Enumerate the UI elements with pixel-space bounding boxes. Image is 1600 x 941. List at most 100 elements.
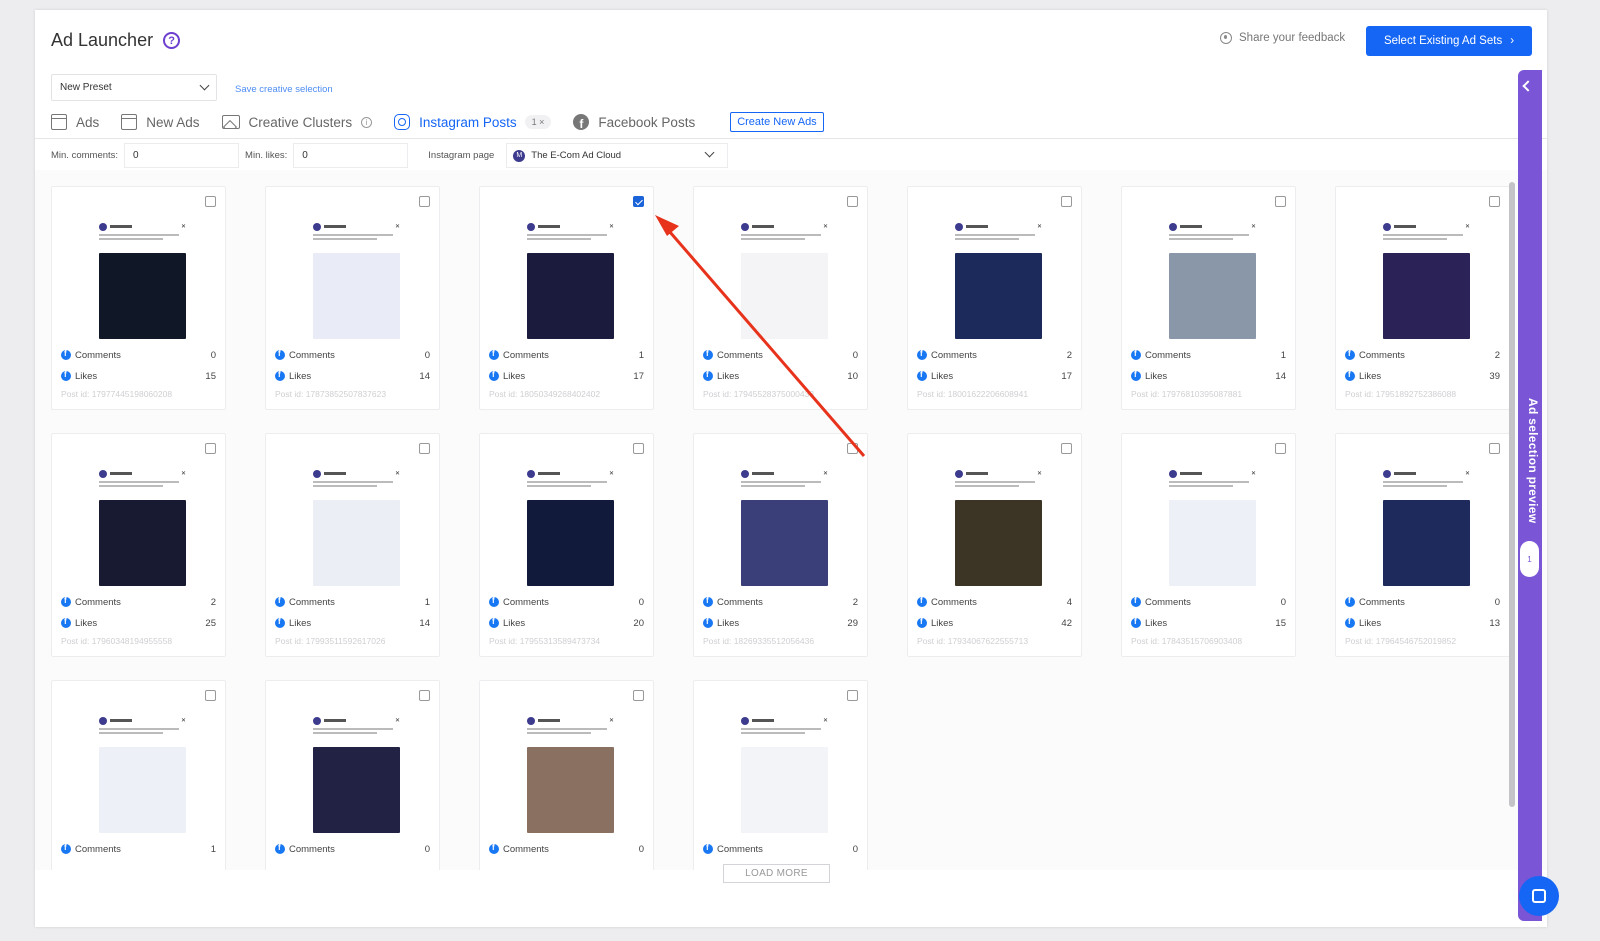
- close-icon: ✕: [1464, 471, 1470, 477]
- tab-new-ads[interactable]: New Ads: [121, 114, 200, 130]
- post-thumbnail[interactable]: ✕: [99, 221, 186, 339]
- post-card[interactable]: ✕ Comments 0 Likes 13 Post id: 17964546752019…: [1335, 433, 1510, 657]
- post-thumbnail[interactable]: ✕: [1169, 468, 1256, 586]
- save-creative-selection-link[interactable]: Save creative selection: [235, 84, 333, 95]
- post-header: ✕: [313, 468, 400, 479]
- post-card[interactable]: ✕ Comments 2 Likes 17 Post id: 18001622206608…: [907, 186, 1082, 410]
- post-card[interactable]: ✕ Comments 4 Likes 42 Post id: 17934067622555…: [907, 433, 1082, 657]
- post-select-checkbox[interactable]: [1275, 196, 1286, 207]
- filter-bar: Min. comments: 0 Min. likes: 0 Instagram…: [51, 143, 729, 168]
- facebook-icon: [1345, 596, 1355, 607]
- likes-label: Likes: [289, 370, 312, 382]
- caption-line: [741, 481, 821, 483]
- post-select-checkbox[interactable]: [633, 196, 644, 207]
- facebook-icon: [489, 596, 499, 607]
- post-card[interactable]: ✕ Comments 0 Likes 15 Post id: 17977445198060…: [51, 186, 226, 410]
- chat-support-button[interactable]: [1519, 876, 1559, 916]
- post-thumbnail[interactable]: ✕: [313, 221, 400, 339]
- post-select-checkbox[interactable]: [1061, 443, 1072, 454]
- post-select-checkbox[interactable]: [847, 196, 858, 207]
- tab-instagram-posts[interactable]: Instagram Posts 1 ×: [394, 114, 552, 130]
- post-card[interactable]: ✕ Comments 2 Likes 29 Post id: 18269335512056…: [693, 433, 868, 657]
- post-thumbnail[interactable]: ✕: [955, 468, 1042, 586]
- post-select-checkbox[interactable]: [205, 443, 216, 454]
- post-thumbnail[interactable]: ✕: [1383, 221, 1470, 339]
- post-thumbnail[interactable]: ✕: [741, 468, 828, 586]
- post-select-checkbox[interactable]: [847, 443, 858, 454]
- post-card[interactable]: ✕ Comments 0: [693, 680, 868, 870]
- post-thumbnail[interactable]: ✕: [1169, 221, 1256, 339]
- preset-select[interactable]: New Preset: [51, 74, 217, 101]
- post-thumbnail[interactable]: ✕: [527, 715, 614, 833]
- help-icon[interactable]: ?: [163, 32, 181, 49]
- post-select-checkbox[interactable]: [1275, 443, 1286, 454]
- post-select-checkbox[interactable]: [419, 196, 430, 207]
- post-card[interactable]: ✕ Comments 2 Likes 39 Post id: 17951892752386…: [1335, 186, 1510, 410]
- tab-ads[interactable]: Ads: [51, 114, 99, 130]
- share-feedback-link[interactable]: Share your feedback: [1220, 32, 1345, 44]
- post-thumbnail[interactable]: ✕: [313, 715, 400, 833]
- post-select-checkbox[interactable]: [1489, 443, 1500, 454]
- post-thumbnail[interactable]: ✕: [955, 221, 1042, 339]
- post-select-checkbox[interactable]: [633, 443, 644, 454]
- likes-row: Likes 39: [1345, 368, 1500, 384]
- post-card[interactable]: ✕ Comments 0 Likes 10 Post id: 17945528375000…: [693, 186, 868, 410]
- selected-count-badge[interactable]: 1 ×: [524, 115, 552, 129]
- post-thumbnail[interactable]: ✕: [741, 221, 828, 339]
- post-card[interactable]: ✕ Comments 0: [479, 680, 654, 870]
- scrollbar[interactable]: [1509, 182, 1515, 807]
- post-card[interactable]: ✕ Comments 0 Likes 20 Post id: 17955313589473…: [479, 433, 654, 657]
- tab-facebook-posts[interactable]: f Facebook Posts: [573, 114, 695, 130]
- post-thumbnail[interactable]: ✕: [1383, 468, 1470, 586]
- tab-creative-clusters[interactable]: Creative Clusters i: [221, 114, 373, 130]
- post-header: ✕: [955, 468, 1042, 479]
- post-thumbnail[interactable]: ✕: [99, 468, 186, 586]
- avatar: [1383, 469, 1391, 478]
- post-thumbnail[interactable]: ✕: [313, 468, 400, 586]
- comments-count: 1: [424, 596, 430, 608]
- post-select-checkbox[interactable]: [205, 196, 216, 207]
- create-new-ads-button[interactable]: Create New Ads: [730, 112, 824, 132]
- instagram-page-select[interactable]: M The E-Com Ad Cloud: [506, 143, 729, 168]
- post-card[interactable]: ✕ Comments 1: [51, 680, 226, 870]
- post-select-checkbox[interactable]: [419, 443, 430, 454]
- post-card[interactable]: ✕ Comments 0 Likes 15 Post id: 17843515706903…: [1121, 433, 1296, 657]
- tab-label: Creative Clusters: [248, 114, 353, 130]
- post-card[interactable]: ✕ Comments 1 Likes 17 Post id: 18050349268402…: [479, 186, 654, 410]
- facebook-icon: [703, 370, 713, 381]
- info-icon[interactable]: i: [361, 116, 373, 128]
- likes-label: Likes: [931, 617, 954, 629]
- min-likes-input[interactable]: 0: [293, 143, 409, 168]
- avatar: [313, 716, 321, 725]
- likes-count: 39: [1489, 370, 1500, 382]
- caption-line: [99, 732, 163, 734]
- post-select-checkbox[interactable]: [1489, 196, 1500, 207]
- post-card[interactable]: ✕ Comments 1 Likes 14 Post id: 17976810395087…: [1121, 186, 1296, 410]
- post-thumbnail[interactable]: ✕: [741, 715, 828, 833]
- avatar: [527, 716, 535, 725]
- avatar: [955, 469, 963, 478]
- post-thumbnail[interactable]: ✕: [527, 221, 614, 339]
- comments-count: 0: [638, 843, 644, 855]
- post-image: [1383, 253, 1470, 339]
- facebook-icon: [1131, 370, 1141, 381]
- caption-line: [955, 234, 1035, 236]
- post-thumbnail[interactable]: ✕: [527, 468, 614, 586]
- post-select-checkbox[interactable]: [1061, 196, 1072, 207]
- post-card[interactable]: ✕ Comments 1 Likes 14 Post id: 17993511592617…: [265, 433, 440, 657]
- post-select-checkbox[interactable]: [847, 690, 858, 701]
- select-existing-ad-sets-button[interactable]: Select Existing Ad Sets ›: [1366, 26, 1532, 56]
- caption-line: [99, 481, 179, 483]
- post-image: [955, 500, 1042, 586]
- load-more-button[interactable]: LOAD MORE: [723, 864, 830, 883]
- post-select-checkbox[interactable]: [633, 690, 644, 701]
- post-card[interactable]: ✕ Comments 0 Likes 14 Post id: 17873852507837…: [265, 186, 440, 410]
- post-card[interactable]: ✕ Comments 2 Likes 25 Post id: 17960348194955…: [51, 433, 226, 657]
- post-thumbnail[interactable]: ✕: [99, 715, 186, 833]
- facebook-icon: [917, 617, 927, 628]
- min-comments-input[interactable]: 0: [124, 143, 240, 168]
- post-select-checkbox[interactable]: [205, 690, 216, 701]
- post-card[interactable]: ✕ Comments 0: [265, 680, 440, 870]
- post-select-checkbox[interactable]: [419, 690, 430, 701]
- comments-label: Comments: [717, 349, 763, 361]
